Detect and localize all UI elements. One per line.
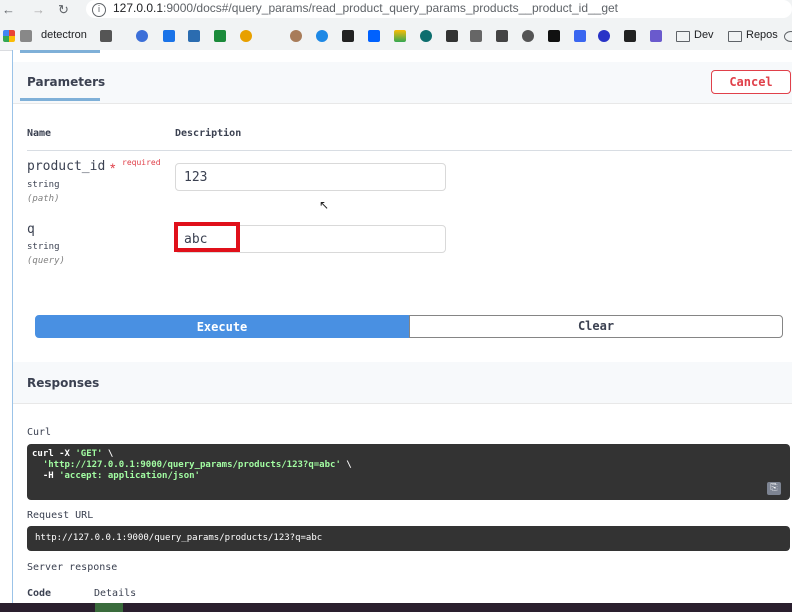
tab-underline-top xyxy=(20,50,100,53)
curl-code-block: curl -X 'GET' \ 'http://127.0.0.1:9000/q… xyxy=(27,444,790,500)
back-icon[interactable]: ← xyxy=(2,2,15,17)
site11-icon[interactable] xyxy=(650,30,662,42)
mvn-icon[interactable] xyxy=(188,30,200,42)
responses-header xyxy=(13,362,792,404)
curl-line-2: 'http://127.0.0.1:9000/query_params/prod… xyxy=(32,460,352,470)
response-col-details: Details xyxy=(94,588,137,599)
site7-icon[interactable] xyxy=(548,30,560,42)
url-host: 127.0.0.1 xyxy=(113,1,164,15)
server-response-label: Server response xyxy=(27,562,118,573)
w3-icon[interactable] xyxy=(214,30,226,42)
tab-parameters[interactable]: Parameters xyxy=(27,75,105,89)
curl-indent xyxy=(32,460,43,470)
curl-header-value: 'accept: application/json' xyxy=(59,471,200,481)
site5-icon[interactable] xyxy=(496,30,508,42)
folder-icon xyxy=(676,31,690,42)
grid-icon[interactable] xyxy=(100,30,112,42)
required-star: * xyxy=(110,160,116,176)
chrome-icon[interactable] xyxy=(240,30,252,42)
taskbar-item[interactable] xyxy=(95,603,123,612)
copy-to-clipboard-icon[interactable]: ⎘ xyxy=(767,482,781,495)
drive-icon[interactable] xyxy=(394,30,406,42)
curl-header-flag: -H xyxy=(32,471,60,481)
site6-icon[interactable] xyxy=(522,30,534,42)
param-in-q: (query) xyxy=(27,256,65,266)
site2-icon[interactable] xyxy=(420,30,432,42)
site9-icon[interactable] xyxy=(598,30,610,42)
param-name-product-id: product_id xyxy=(27,159,106,174)
site-info-icon[interactable]: i xyxy=(92,3,106,17)
curl-continuation: \ xyxy=(102,449,114,459)
curl-continuation: \ xyxy=(340,460,352,470)
clear-button[interactable]: Clear xyxy=(409,315,783,338)
site10-icon[interactable] xyxy=(624,30,636,42)
param-type-product-id: string xyxy=(27,180,60,190)
mouse-cursor-icon: ↖ xyxy=(319,198,330,212)
request-url-block: http://127.0.0.1:9000/query_params/produ… xyxy=(27,526,790,551)
tab-parameters-underline xyxy=(20,98,100,101)
site8-icon[interactable] xyxy=(574,30,586,42)
curl-method: 'GET' xyxy=(75,449,103,459)
site4-icon[interactable] xyxy=(470,30,482,42)
bookmark-icon xyxy=(20,30,32,42)
site-icon[interactable] xyxy=(136,30,148,42)
forward-icon[interactable]: → xyxy=(32,2,45,17)
param-in-product-id: (path) xyxy=(27,194,60,204)
curl-url: 'http://127.0.0.1:9000/query_params/prod… xyxy=(42,460,341,470)
avatar-icon[interactable] xyxy=(290,30,302,42)
curl-line-1: curl -X 'GET' \ xyxy=(32,449,113,459)
os-taskbar xyxy=(0,603,792,612)
required-label: required xyxy=(122,158,161,167)
column-header-name: Name xyxy=(27,128,52,139)
responses-title: Responses xyxy=(27,376,100,390)
response-col-code: Code xyxy=(27,588,52,599)
url-text[interactable]: 127.0.0.1:9000/docs#/query_params/read_p… xyxy=(113,1,618,15)
browser-toolbar: ← → ↻ i 127.0.0.1:9000/docs#/query_param… xyxy=(0,0,792,24)
request-url-label: Request URL xyxy=(27,510,94,521)
request-url-value: http://127.0.0.1:9000/query_params/produ… xyxy=(35,533,323,543)
reload-icon[interactable]: ↻ xyxy=(58,2,69,18)
apps-grid-icon[interactable] xyxy=(3,30,15,42)
curl-label: Curl xyxy=(27,427,52,438)
cancel-button[interactable]: Cancel xyxy=(711,70,791,94)
product-id-input[interactable] xyxy=(175,163,446,191)
bookmark-detectron[interactable]: detectron xyxy=(41,29,87,41)
bookmarks-bar: detectron Dev Repos xyxy=(0,24,792,51)
parameters-header xyxy=(13,62,792,104)
curl-cmd: curl -X xyxy=(32,449,76,459)
param-type-q: string xyxy=(27,242,60,252)
url-path: :9000/docs#/query_params/read_product_qu… xyxy=(163,1,619,15)
dropbox-icon[interactable] xyxy=(368,30,380,42)
folder-icon xyxy=(728,31,742,42)
param-name-q: q xyxy=(27,222,35,237)
curl-line-3: -H 'accept: application/json' xyxy=(32,471,200,481)
annotation-highlight-box xyxy=(174,222,240,252)
bookmark-folder-repos[interactable]: Repos xyxy=(746,29,778,41)
site3-icon[interactable] xyxy=(446,30,458,42)
column-header-description: Description xyxy=(175,128,242,139)
tt-icon[interactable] xyxy=(316,30,328,42)
header-divider xyxy=(27,150,792,151)
m-icon[interactable] xyxy=(342,30,354,42)
more-icon[interactable] xyxy=(784,31,792,42)
execute-button[interactable]: Execute xyxy=(35,315,409,338)
calendar-icon[interactable] xyxy=(163,30,175,42)
bookmark-folder-dev[interactable]: Dev xyxy=(694,29,714,41)
